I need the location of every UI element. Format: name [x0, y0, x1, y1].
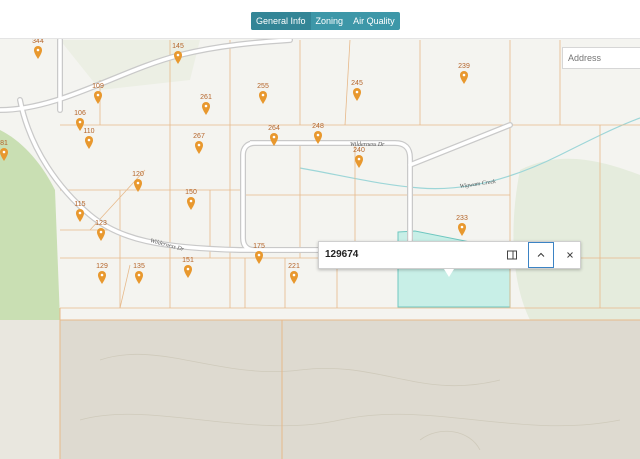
popup-title: 129674 [325, 249, 359, 260]
popup-pointer [444, 269, 454, 277]
parcel-number-label: 135 [133, 263, 145, 270]
map-pin-dot [292, 273, 296, 277]
map-pin-dot [96, 93, 100, 97]
map-pin-dot [100, 273, 104, 277]
close-icon [567, 252, 573, 258]
parcel-number-label: 245 [351, 80, 363, 87]
map-pin-dot [36, 48, 40, 52]
parcel-number-label: 248 [312, 123, 324, 130]
dock-icon [507, 250, 517, 260]
parcel-number-label: 129 [96, 263, 108, 270]
map-pin-dot [272, 135, 276, 139]
map-pin-dot [136, 181, 140, 185]
collapse-button[interactable] [528, 242, 554, 268]
map-pin-dot [176, 53, 180, 57]
parcel-number-label: 123 [95, 220, 107, 227]
map-pin-dot [355, 90, 359, 94]
map-pin-dot [137, 273, 141, 277]
tab-general-info[interactable]: General Info [251, 12, 311, 30]
parcel-number-label: 344 [32, 39, 44, 45]
parcel-number-label: 240 [353, 147, 365, 154]
map-pin-dot [87, 138, 91, 142]
parcel-number-label: 120 [132, 171, 144, 178]
parcel-number-label: 106 [74, 110, 86, 117]
close-button[interactable] [557, 242, 583, 268]
chevron-up-icon [537, 252, 545, 257]
map-pin-dot [204, 104, 208, 108]
parcel-number-label: 151 [182, 257, 194, 264]
map-pin-dot [78, 120, 82, 124]
parcel-number-label: 261 [200, 94, 212, 101]
parcel-number-label: 115 [74, 201, 85, 208]
parcel-number-label: 255 [257, 83, 269, 90]
parcel-number-label: 145 [172, 43, 184, 50]
address-search-input[interactable] [562, 47, 640, 69]
tab-air-quality[interactable]: Air Quality [348, 12, 400, 30]
map-pin-dot [261, 93, 265, 97]
map-pin-dot [189, 199, 193, 203]
tab-group: General Info Zoning Air Quality [251, 12, 400, 30]
parcel-number-label: 239 [458, 63, 470, 70]
map-pin-dot [78, 211, 82, 215]
map-pin-dot [197, 143, 201, 147]
map-pin-dot [2, 150, 6, 154]
parcel-number-label: 109 [92, 83, 104, 90]
top-bar: General Info Zoning Air Quality [0, 0, 640, 39]
parcel-number-label: 233 [456, 215, 468, 222]
vegetation-area [513, 158, 640, 320]
parcel-number-label: 81 [0, 140, 8, 147]
map-pin-dot [460, 225, 464, 229]
dock-button[interactable] [499, 242, 525, 268]
parcel-number-label: 175 [253, 243, 265, 250]
map-pin-dot [186, 267, 190, 271]
map-pin-dot [99, 230, 103, 234]
parcel-number-label: 110 [83, 128, 94, 135]
map-pin-dot [257, 253, 261, 257]
parcel-number-label: 150 [185, 189, 197, 196]
parcel-number-label: 221 [288, 263, 300, 270]
map-pin-dot [462, 73, 466, 77]
map-pin-dot [316, 133, 320, 137]
parcel-number-label: 264 [268, 125, 280, 132]
tab-zoning[interactable]: Zoning [311, 12, 349, 30]
map-pin-dot [357, 157, 361, 161]
lower-land-area [60, 320, 640, 459]
parcel-number-label: 267 [193, 133, 205, 140]
parcel-popup: 129674 [318, 241, 583, 277]
lower-left-area [0, 320, 60, 459]
